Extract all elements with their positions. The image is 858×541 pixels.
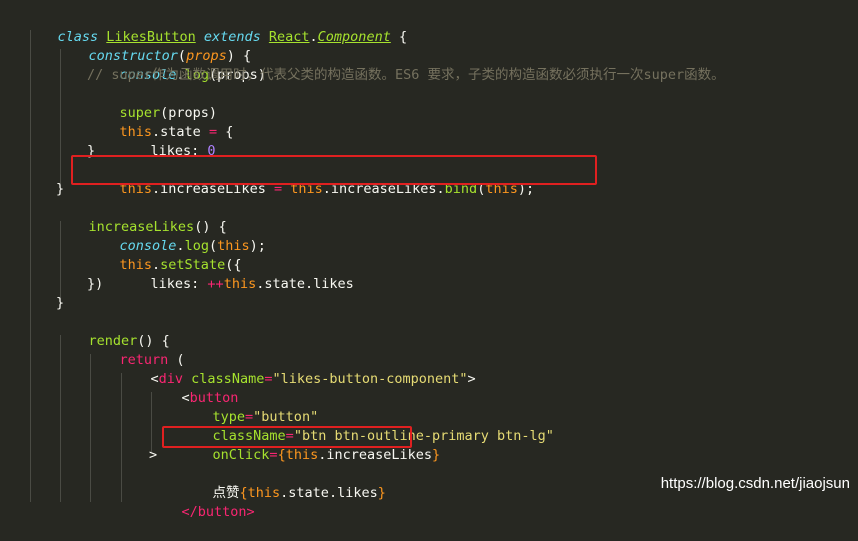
- this-keyword: this: [285, 447, 319, 463]
- paren: );: [249, 238, 266, 254]
- code-comment: // super作为函数调用时，代表父类的构造函数。ES6 要求，子类的构造函数…: [87, 67, 725, 83]
- jsx-brace: }: [377, 485, 386, 501]
- code-line-22: className="btn btn-outline-primary btn-l…: [180, 408, 554, 444]
- base-object: React: [268, 29, 310, 45]
- code-line-24: >: [149, 447, 158, 463]
- operator: =: [269, 447, 278, 463]
- code-line-1: class LikesButton extends React.Componen…: [25, 9, 408, 45]
- code-line-12: console.log(this);: [87, 218, 266, 254]
- code-line-20: <button: [149, 370, 239, 406]
- code-text: .increaseLikes: [318, 447, 433, 463]
- code-line-11: increaseLikes() {: [56, 199, 227, 235]
- dot: .: [309, 29, 318, 45]
- code-text: .state.likes: [256, 276, 354, 292]
- code-line-2: constructor(props) {: [56, 28, 252, 64]
- jsx-brace: }: [432, 447, 441, 463]
- brace: {: [390, 29, 408, 45]
- code-line-18: return (: [87, 332, 185, 368]
- this-keyword: this: [223, 276, 257, 292]
- code-line-25: 点赞{this.state.likes}: [180, 465, 386, 501]
- code-line-7: likes: 0: [118, 123, 216, 159]
- jsx-brace: {: [277, 447, 286, 463]
- jsx-attribute: onClick: [212, 447, 270, 463]
- code-line-13: this.setState({: [87, 237, 242, 273]
- code-line-3: console.log(props): [87, 47, 266, 83]
- highlight-box-onclick: [162, 426, 412, 448]
- watermark: https://blog.csdn.net/jiaojsun: [660, 475, 850, 492]
- code-text: {: [217, 124, 234, 140]
- code-line-5: super(props): [87, 85, 218, 121]
- indent-guide: [30, 30, 31, 502]
- code-line-21: type="button": [180, 389, 319, 425]
- code-line-15: }): [87, 276, 104, 292]
- code-line-6: this.state = {: [87, 104, 234, 140]
- operator: ++: [207, 276, 224, 292]
- code-line-19: <div className="likes-button-component">: [118, 351, 476, 387]
- code-line-16: }: [56, 295, 65, 311]
- code-editor[interactable]: class LikesButton extends React.Componen…: [0, 0, 858, 520]
- highlight-box-bind: [71, 155, 597, 185]
- code-line-26: </button>: [149, 484, 255, 520]
- code-line-14: likes: ++this.state.likes: [118, 256, 354, 292]
- jsx-closing-tag: </button>: [181, 504, 255, 520]
- string-literal: "likes-button-component": [272, 371, 468, 387]
- code-line-17: render() {: [56, 313, 170, 349]
- code-text: .state.likes: [280, 485, 378, 501]
- base-class: Component: [317, 29, 391, 45]
- object-key: likes:: [150, 276, 208, 292]
- tag-bracket: >: [467, 371, 476, 387]
- code-line-10: }: [56, 181, 65, 197]
